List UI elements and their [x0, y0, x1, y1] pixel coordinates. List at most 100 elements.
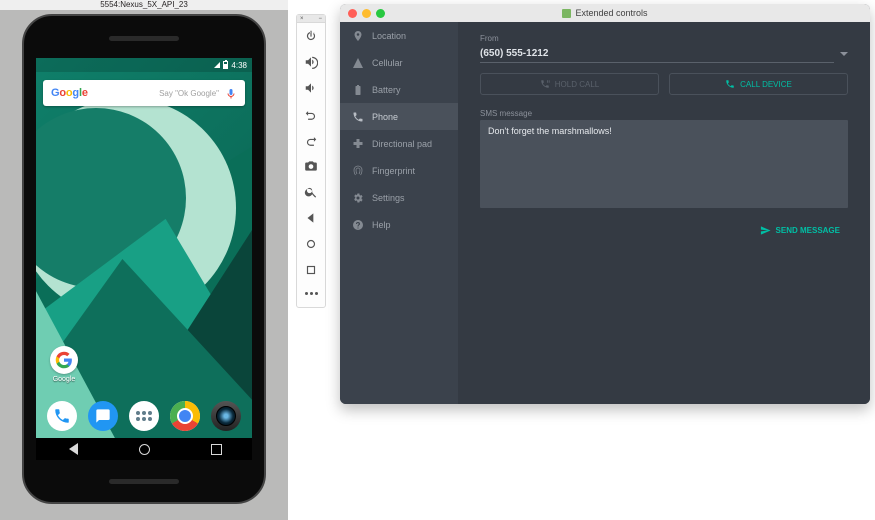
volume-up-icon — [304, 55, 318, 69]
phone-icon — [352, 111, 364, 123]
extended-titlebar[interactable]: Extended controls — [340, 4, 870, 22]
sidebar-item-dpad[interactable]: Directional pad — [340, 130, 458, 157]
battery-icon — [352, 84, 364, 96]
mic-icon[interactable] — [225, 87, 237, 99]
help-icon — [352, 219, 364, 231]
extended-title-text: Extended controls — [575, 8, 647, 18]
sidebar-item-phone[interactable]: Phone — [340, 103, 458, 130]
toolbar-screenshot-button[interactable] — [297, 153, 325, 179]
from-dropdown-button[interactable] — [840, 52, 848, 56]
hold-call-label: HOLD CALL — [555, 80, 599, 89]
send-icon — [760, 225, 771, 236]
zoom-icon — [304, 185, 318, 199]
extended-controls-window: Extended controls Location Cellular Batt… — [340, 4, 870, 404]
apps-grid-icon — [136, 411, 152, 421]
google-app-launcher[interactable]: Google — [47, 346, 81, 383]
sidebar-item-location[interactable]: Location — [340, 22, 458, 49]
toolbar-minimize-icon[interactable]: − — [318, 16, 322, 22]
toolbar-home-button[interactable] — [297, 231, 325, 257]
toolbar-back-button[interactable] — [297, 205, 325, 231]
call-device-button[interactable]: CALL DEVICE — [669, 73, 848, 95]
android-navbar — [36, 438, 252, 460]
dock-phone-app[interactable] — [47, 401, 77, 431]
nav-back-button[interactable] — [67, 443, 78, 455]
emulator-window-title: 5554:Nexus_5X_API_23 — [0, 0, 288, 10]
sidebar-item-fingerprint[interactable]: Fingerprint — [340, 157, 458, 184]
dock-messenger-app[interactable] — [88, 401, 118, 431]
toolbar-rotate-left-button[interactable] — [297, 101, 325, 127]
toolbar-close-icon[interactable]: × — [300, 16, 304, 22]
dock — [36, 394, 252, 438]
sidebar-item-label: Settings — [372, 193, 405, 203]
phone-icon — [53, 407, 71, 425]
call-icon — [725, 79, 735, 89]
device-frame: 4:38 Google Say "Ok Google" Google — [22, 14, 266, 504]
sidebar-item-settings[interactable]: Settings — [340, 184, 458, 211]
google-app-icon — [50, 346, 78, 374]
dock-chrome-app[interactable] — [170, 401, 200, 431]
toolbar-more-button[interactable] — [297, 283, 325, 303]
signal-icon — [214, 62, 220, 68]
sms-message-textarea[interactable] — [480, 120, 848, 208]
emulator-toolbar: × − — [296, 14, 326, 308]
sms-label: SMS message — [480, 109, 848, 118]
sidebar-item-label: Fingerprint — [372, 166, 415, 176]
rotate-left-icon — [304, 107, 318, 121]
camera-icon — [216, 406, 236, 426]
sidebar-item-label: Directional pad — [372, 139, 432, 149]
extended-sidebar: Location Cellular Battery Phone Directio… — [340, 22, 458, 404]
send-message-label: SEND MESSAGE — [776, 226, 840, 235]
sidebar-item-battery[interactable]: Battery — [340, 76, 458, 103]
from-number-input[interactable] — [480, 45, 834, 63]
status-time: 4:38 — [231, 61, 247, 70]
sidebar-item-label: Help — [372, 220, 391, 230]
toolbar-zoom-button[interactable] — [297, 179, 325, 205]
toolbar-power-button[interactable] — [297, 23, 325, 49]
call-device-label: CALL DEVICE — [740, 80, 792, 89]
back-icon — [304, 211, 318, 225]
status-bar: 4:38 — [36, 58, 252, 72]
location-icon — [352, 30, 364, 42]
volume-down-icon — [304, 81, 318, 95]
toolbar-volume-up-button[interactable] — [297, 49, 325, 75]
hold-call-button[interactable]: HOLD CALL — [480, 73, 659, 95]
dock-all-apps[interactable] — [129, 401, 159, 431]
sidebar-item-cellular[interactable]: Cellular — [340, 49, 458, 76]
device-screen[interactable]: 4:38 Google Say "Ok Google" Google — [36, 58, 252, 460]
fingerprint-icon — [352, 165, 364, 177]
toolbar-recents-button[interactable] — [297, 257, 325, 283]
recents-icon — [304, 263, 318, 277]
power-icon — [304, 29, 318, 43]
settings-icon — [352, 192, 364, 204]
sidebar-item-label: Phone — [372, 112, 398, 122]
battery-icon — [223, 61, 228, 69]
extended-window-title: Extended controls — [340, 8, 870, 18]
rotate-right-icon — [304, 133, 318, 147]
google-search-bar[interactable]: Google Say "Ok Google" — [43, 80, 245, 106]
from-label: From — [480, 34, 848, 43]
search-hint: Say "Ok Google" — [88, 89, 225, 98]
cellular-icon — [352, 57, 364, 69]
home-icon — [304, 237, 318, 251]
sidebar-item-help[interactable]: Help — [340, 211, 458, 238]
sidebar-item-label: Cellular — [372, 58, 403, 68]
chin-bar — [109, 479, 179, 484]
nav-recents-button[interactable] — [211, 444, 222, 455]
sidebar-item-label: Battery — [372, 85, 401, 95]
google-app-label: Google — [47, 376, 81, 383]
nav-home-button[interactable] — [139, 444, 150, 455]
toolbar-titlebar[interactable]: × − — [297, 15, 325, 23]
toolbar-volume-down-button[interactable] — [297, 75, 325, 101]
send-message-button[interactable]: SEND MESSAGE — [752, 220, 848, 241]
earpiece — [109, 36, 179, 41]
emulator-window: 5554:Nexus_5X_API_23 4:38 Google Say "Ok… — [0, 0, 288, 520]
google-logo: Google — [51, 87, 88, 99]
sidebar-item-label: Location — [372, 31, 406, 41]
dock-camera-app[interactable] — [211, 401, 241, 431]
toolbar-rotate-right-button[interactable] — [297, 127, 325, 153]
android-shield-icon — [562, 9, 571, 18]
hold-icon — [540, 79, 550, 89]
extended-phone-panel: From HOLD CALL CALL DEVICE SMS message — [458, 22, 870, 404]
dpad-icon — [352, 138, 364, 150]
camera-tool-icon — [304, 159, 318, 173]
